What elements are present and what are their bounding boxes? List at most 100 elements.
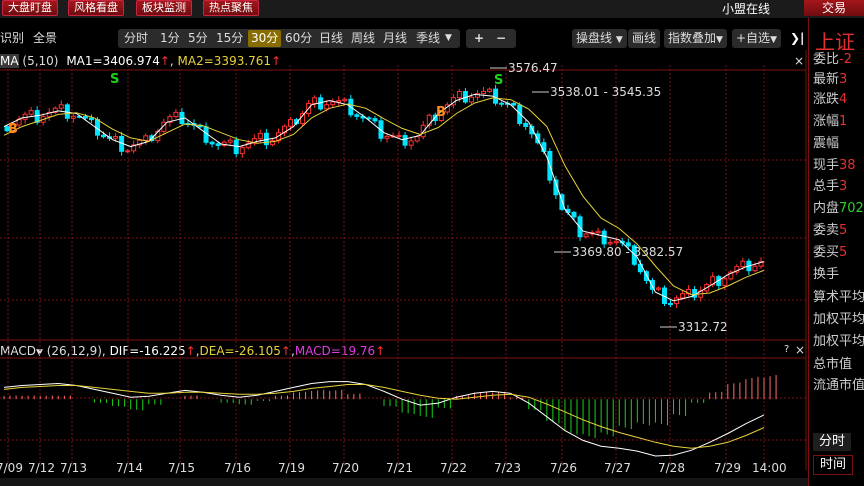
candle-body-13 <box>82 116 88 119</box>
signal-sell-0: S <box>110 72 119 87</box>
quote-row: 委比-2 <box>813 48 852 67</box>
add-watchlist-label: +自选 <box>736 31 771 45</box>
chevron-down-icon[interactable]: ▼ <box>445 30 452 47</box>
candle-body-122 <box>740 260 746 268</box>
x-tick-label: 14:00 <box>752 461 787 475</box>
quote-row-value: 38 <box>839 158 856 173</box>
candle-body-119 <box>722 278 728 286</box>
quote-row-label: 加权平均 <box>813 334 864 349</box>
x-tick-label: 7/16 <box>224 461 251 475</box>
quote-row: 内盘702 <box>813 197 864 216</box>
trade-button[interactable]: 交易 <box>804 0 864 16</box>
period-week[interactable]: 周线 <box>351 30 375 47</box>
x-tick-label: 7/20 <box>332 461 359 475</box>
candle-body-56 <box>342 98 348 102</box>
candle-body-124 <box>752 265 758 272</box>
quote-row: 换手 <box>813 263 839 282</box>
menu-redian[interactable]: 热点聚焦 <box>203 0 259 16</box>
candle-body-99 <box>601 230 607 245</box>
candle-body-65 <box>396 134 402 137</box>
quote-row-label: 流通市值 <box>813 378 864 393</box>
period-fenshi[interactable]: 分时 <box>124 30 148 47</box>
period-day[interactable]: 日线 <box>319 30 343 47</box>
candle-body-18 <box>113 135 119 139</box>
series-line-dif <box>3 381 765 457</box>
period-1m[interactable]: 1分 <box>160 30 180 47</box>
add-watchlist-button[interactable]: +自选▼ <box>732 29 781 48</box>
candle-body-16 <box>101 134 107 138</box>
quote-row-label: 加权平均 <box>813 312 864 327</box>
candle-body-112 <box>680 293 686 299</box>
candle-body-53 <box>324 104 330 110</box>
draw-line-button[interactable]: 画线 <box>628 29 661 48</box>
period-15m[interactable]: 15分 <box>216 30 243 47</box>
collapse-panel-icon[interactable]: ❯| <box>790 30 804 47</box>
annotation-label-1: 3538.01 - 3545.35 <box>550 85 661 99</box>
candle-body-66 <box>402 134 408 146</box>
quote-row-label: 涨幅 <box>813 114 840 129</box>
quote-row: 现手38 <box>813 154 856 173</box>
annotation-label-3: 3312.72 <box>678 320 728 334</box>
timeshare-button[interactable]: 分时 <box>813 433 852 451</box>
candle-body-37 <box>227 139 233 143</box>
quote-row: 委卖5 <box>813 219 847 238</box>
period-5m[interactable]: 5分 <box>188 30 208 47</box>
operate-line-button[interactable]: 操盘线 ▼ <box>572 29 627 48</box>
quote-row-label: 算术平均 <box>813 290 864 305</box>
candle-body-23 <box>143 135 149 141</box>
index-overlay-button[interactable]: 指数叠加▼ <box>664 29 727 48</box>
period-season[interactable]: 季线 <box>416 30 440 47</box>
kline-chart[interactable]: 3576.47 3538.01 - 3545.35 3369.80 - 3382.5… <box>0 50 808 470</box>
menu-fengge[interactable]: 风格看盘 <box>68 0 124 16</box>
zoom-in-button[interactable]: + <box>474 30 484 47</box>
candle-body-39 <box>239 147 245 155</box>
zoom-controls: + − <box>466 29 516 48</box>
candle-body-82 <box>499 102 505 105</box>
quote-row: 加权平均 <box>813 330 864 349</box>
menu-dapan[interactable]: 大盘盯盘 <box>2 0 58 16</box>
quote-row: 涨跌4 <box>813 88 847 107</box>
candle-body-54 <box>330 101 336 106</box>
candle-body-14 <box>88 117 94 121</box>
quote-row-value: 3 <box>839 179 848 194</box>
quote-row-value: -2 <box>839 52 852 67</box>
quote-row-label: 内盘 <box>813 201 840 216</box>
quote-row-value: 1 <box>839 114 848 129</box>
period-60m[interactable]: 60分 <box>285 30 312 47</box>
candle-body-94 <box>571 211 577 218</box>
period-month[interactable]: 月线 <box>383 30 407 47</box>
candle-body-79 <box>481 90 487 95</box>
toolbar-recognize[interactable]: 识别 <box>0 30 24 47</box>
quote-row-value: 5 <box>839 223 848 238</box>
annotation-layer: 3576.47 3538.01 - 3545.35 3369.80 - 3382.5… <box>8 61 728 334</box>
candle-body-55 <box>336 100 342 103</box>
quote-row-label: 总手 <box>813 179 840 194</box>
candle-body-110 <box>668 302 674 305</box>
quote-row: 涨幅1 <box>813 110 847 129</box>
candle-body-67 <box>408 140 414 146</box>
quote-row: 算术平均 <box>813 286 864 305</box>
x-tick-label: 7/22 <box>440 461 467 475</box>
candle-body-68 <box>414 136 420 142</box>
candle-body-86 <box>523 122 529 127</box>
period-selector: 分时 1分 5分 15分 30分 60分 日线 周线 月线 季线 ▼ <box>118 29 460 48</box>
candle-body-108 <box>655 287 661 290</box>
candle-body-80 <box>487 88 493 92</box>
candle-body-84 <box>511 102 517 106</box>
quote-row-label: 最新 <box>813 72 840 87</box>
toolbar-panorama[interactable]: 全景 <box>33 30 57 47</box>
x-tick-label: 7/27 <box>604 461 631 475</box>
candle-body-81 <box>493 88 499 104</box>
candle-body-4 <box>28 110 34 115</box>
menu-bankuai[interactable]: 板块监测 <box>136 0 192 16</box>
quote-row: 震幅 <box>813 132 839 151</box>
chevron-down-icon: ▼ <box>770 35 777 45</box>
x-tick-label: 7/29 <box>714 461 741 475</box>
period-30m[interactable]: 30分 <box>248 30 282 47</box>
zoom-out-button[interactable]: − <box>496 30 506 47</box>
quote-row-label: 委卖 <box>813 223 840 238</box>
annotation-label-0: 3576.47 <box>508 61 558 75</box>
x-tick-label: 7/15 <box>168 461 195 475</box>
x-tick-label: 7/26 <box>550 461 577 475</box>
candle-body-63 <box>384 135 390 139</box>
